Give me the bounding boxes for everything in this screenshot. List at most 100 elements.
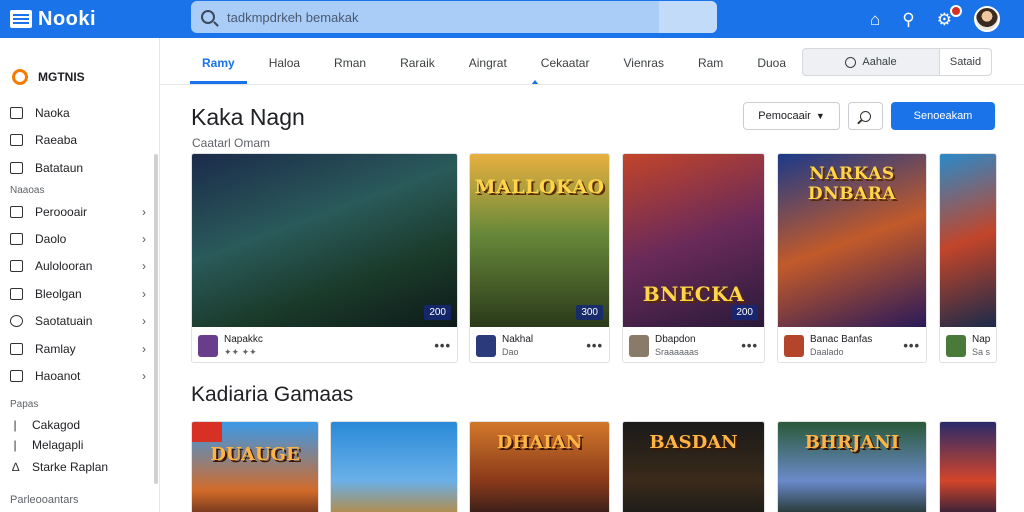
sidebar-section-label: Naaoas: [10, 185, 45, 196]
chevron-right-icon: ›: [142, 259, 146, 273]
game-card[interactable]: BASDAN: [622, 421, 765, 512]
price-badge: 200: [731, 305, 758, 320]
card-meta: Banac Banfas Daalado •••: [778, 327, 926, 362]
game-card[interactable]: DUAUGE: [191, 421, 319, 512]
game-art-title: MALLOKAO: [474, 176, 605, 198]
tabs-divider: [160, 84, 1024, 85]
sidebar-item[interactable]: | Melagapli: [12, 438, 83, 452]
game-subtitle: Daalado: [810, 347, 844, 357]
tab-duoa[interactable]: Duoa: [745, 46, 798, 82]
price-badge: 300: [576, 305, 603, 320]
sidebar-item[interactable]: Raeaba: [10, 130, 148, 150]
game-art-title: DUAUGE: [210, 444, 300, 465]
search-input[interactable]: [227, 9, 667, 25]
game-art: [940, 154, 996, 327]
tab-cekaatar[interactable]: Cekaatar: [529, 46, 602, 82]
status-button[interactable]: Sataid: [939, 49, 991, 75]
game-subtitle: Sa saa sala: [972, 347, 990, 357]
sidebar-brand[interactable]: MGTNIS: [12, 69, 85, 85]
hamburger-menu-icon[interactable]: [10, 10, 32, 28]
more-options-icon[interactable]: •••: [741, 338, 758, 353]
chevron-right-icon: ›: [142, 314, 146, 328]
tab-raraik[interactable]: Raraik: [388, 46, 447, 82]
game-art-title: BHRJANI: [804, 432, 900, 453]
sidebar-item[interactable]: Saotatuain ›: [10, 311, 148, 331]
search-icon[interactable]: ⚲: [902, 11, 914, 28]
search-bar[interactable]: [191, 1, 717, 33]
sidebar-item[interactable]: Naoka: [10, 103, 148, 123]
game-thumb: [784, 334, 804, 357]
price-badge: 200: [424, 305, 451, 320]
tab-bar: Ramy Haloa Rman Raraik Aingrat Cekaatar …: [190, 46, 808, 84]
game-rating: ✦✦ ✦✦: [224, 346, 257, 357]
chat-button[interactable]: Aahale: [803, 49, 939, 75]
more-options-icon[interactable]: •••: [586, 338, 603, 353]
window-icon: [10, 162, 23, 174]
card-meta: Napakkc ✦✦ ✦✦ •••: [192, 327, 457, 362]
card-meta: Dbapdon Sraaaaaas •••: [623, 327, 764, 362]
game-thumb: [946, 334, 966, 357]
game-card[interactable]: 200 Napakkc ✦✦ ✦✦ •••: [191, 153, 458, 363]
section-subtitle: Caatarl Omam: [192, 136, 271, 150]
top-bar: Nooki ⌂ ⚲ ⚙: [0, 0, 1024, 38]
chevron-right-icon: ›: [142, 205, 146, 219]
more-options-icon[interactable]: •••: [434, 338, 451, 353]
chevron-right-icon: ›: [142, 342, 146, 356]
game-subtitle: Dao: [502, 347, 519, 357]
sidebar-item[interactable]: Haoanot ›: [10, 366, 148, 386]
game-card[interactable]: NARKAS DNBARA Banac Banfas Daalado •••: [777, 153, 927, 363]
sidebar-item[interactable]: Bleolgan ›: [10, 284, 148, 304]
sidebar-item[interactable]: Daolo ›: [10, 229, 148, 249]
game-art-title: NARKAS DNBARA: [807, 164, 897, 204]
game-card[interactable]: BNECKA 200 Dbapdon Sraaaaaas •••: [622, 153, 765, 363]
sidebar-item[interactable]: | Cakagod: [12, 418, 80, 432]
search-submit-button[interactable]: [659, 1, 717, 33]
card-meta: Nakhal Dao •••: [470, 327, 609, 362]
sidebar-item[interactable]: Ramlay ›: [10, 339, 148, 359]
brand-logo-icon: [12, 69, 28, 85]
home-icon[interactable]: ⌂: [870, 11, 880, 28]
sidebar-scrollbar[interactable]: [154, 154, 158, 484]
image-icon: [10, 260, 23, 272]
sidebar-section-label: Papas: [10, 399, 39, 410]
game-card[interactable]: BHRJANI: [777, 421, 927, 512]
game-name: Banac Banfas: [810, 334, 873, 345]
doc-icon: [10, 233, 23, 245]
sidebar-item[interactable]: Aulolooran ›: [10, 256, 148, 276]
tab-ram[interactable]: Ram: [686, 46, 735, 82]
chat-bubble-icon: [845, 56, 857, 68]
sidebar-item[interactable]: ∆ Starke Raplan: [12, 460, 108, 474]
avatar[interactable]: [974, 6, 1000, 32]
game-card[interactable]: MALLOKAO 300 Nakhal Dao •••: [469, 153, 610, 363]
game-thumb: [629, 334, 649, 357]
tab-rman[interactable]: Rman: [322, 46, 378, 82]
sidebar-item[interactable]: Peroooair ›: [10, 202, 148, 222]
find-button[interactable]: [848, 102, 883, 130]
tab-aingrat[interactable]: Aingrat: [457, 46, 519, 82]
sidebar-item[interactable]: Batataun: [10, 158, 148, 178]
gear-icon[interactable]: ⚙: [937, 4, 962, 28]
tab-ramy[interactable]: Ramy: [190, 46, 247, 84]
game-art-title: DHAIAN: [496, 432, 583, 453]
tab-vienras[interactable]: Vienras: [611, 46, 675, 82]
game-card[interactable]: [939, 421, 997, 512]
top-action-group: Aahale Sataid: [802, 48, 992, 76]
search-icon: [201, 10, 215, 24]
more-options-icon[interactable]: •••: [903, 338, 920, 353]
doc-icon: [10, 134, 23, 146]
game-name: Napakkc: [224, 333, 263, 345]
tab-haloa[interactable]: Haloa: [257, 46, 312, 82]
sidebar: MGTNIS Naoka Raeaba Batataun Naaoas Pero…: [0, 38, 160, 512]
game-card[interactable]: Napaklas Sa saa sala: [939, 153, 997, 363]
window-icon: [10, 343, 23, 355]
game-thumb: [476, 334, 496, 357]
game-card[interactable]: [330, 421, 458, 512]
sort-dropdown[interactable]: Pemocaair ▼: [743, 102, 840, 130]
game-card[interactable]: DHAIAN: [469, 421, 610, 512]
game-art: [192, 154, 457, 327]
sidebar-footer: Parleooantars: [10, 494, 79, 506]
primary-action-button[interactable]: Senoeakam: [891, 102, 995, 130]
game-art-title: BNECKA: [642, 282, 745, 306]
app-title: Nooki: [38, 7, 97, 30]
card-meta: Napaklas Sa saa sala: [940, 327, 996, 362]
